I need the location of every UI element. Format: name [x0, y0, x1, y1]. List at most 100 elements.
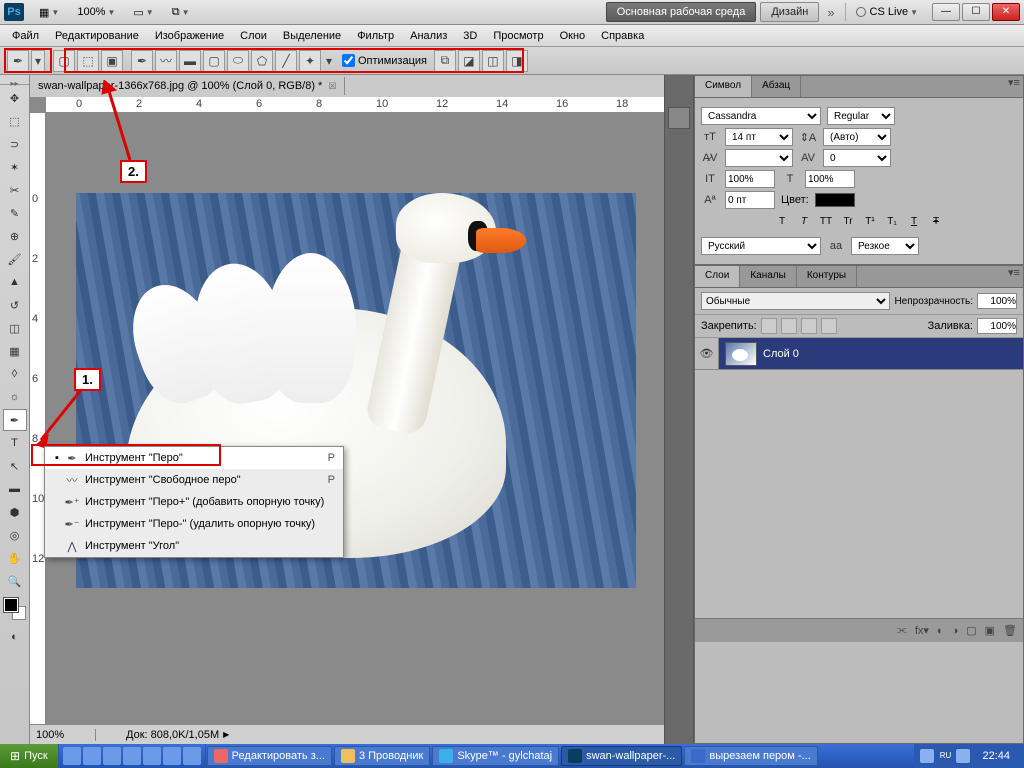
language-select[interactable]: Русский [701, 237, 821, 255]
menu-help[interactable]: Справка [593, 27, 652, 45]
move-tool[interactable]: ✥ [3, 87, 27, 109]
ql-icon[interactable] [63, 747, 81, 765]
ql-icon[interactable] [143, 747, 161, 765]
layer-thumbnail[interactable] [725, 342, 757, 366]
style-allcaps[interactable]: TT [817, 215, 835, 231]
path-select-tool[interactable]: ↖ [3, 455, 27, 477]
task-button[interactable]: 3 Проводник [334, 746, 430, 766]
zoom-level[interactable]: 100%▼ [70, 3, 122, 21]
tab-paragraph[interactable]: Абзац [752, 76, 801, 97]
clock[interactable]: 22:44 [974, 750, 1018, 762]
style-strike[interactable]: Ŧ [927, 215, 945, 231]
start-button[interactable]: ⊞Пуск [0, 744, 59, 768]
3d-camera-tool[interactable]: ◎ [3, 524, 27, 546]
quick-select-tool[interactable]: ✶ [3, 156, 27, 178]
canvas[interactable] [46, 113, 664, 724]
style-bold[interactable]: T [773, 215, 791, 231]
tab-channels[interactable]: Каналы [740, 266, 797, 287]
blur-tool[interactable]: ◊ [3, 363, 27, 385]
lock-transparency-icon[interactable] [761, 318, 777, 334]
tab-character[interactable]: Символ [695, 76, 752, 97]
view-extras[interactable]: ▭▼ [126, 3, 160, 22]
tab-layers[interactable]: Слои [695, 266, 740, 287]
workspace-more-icon[interactable]: » [821, 5, 840, 20]
menu-layers[interactable]: Слои [232, 27, 275, 45]
healing-tool[interactable]: ⊕ [3, 225, 27, 247]
layer-name[interactable]: Слой 0 [763, 348, 799, 360]
task-button[interactable]: вырезаем пером -... [684, 746, 817, 766]
ql-icon[interactable] [123, 747, 141, 765]
quick-mask-toggle[interactable]: ◐ [3, 626, 27, 648]
baseline-input[interactable] [725, 191, 775, 209]
ql-icon[interactable] [183, 747, 201, 765]
minimize-button[interactable]: — [932, 3, 960, 21]
adjustment-layer-icon[interactable]: ◑ [952, 625, 959, 637]
color-swatches[interactable] [4, 598, 26, 620]
history-brush-tool[interactable]: ↺ [3, 294, 27, 316]
lock-image-icon[interactable] [781, 318, 797, 334]
close-button[interactable]: ✕ [992, 3, 1020, 21]
new-layer-icon[interactable]: ▣ [985, 624, 995, 637]
flyout-delete-anchor[interactable]: ✒⁻Инструмент "Перо-" (удалить опорную то… [45, 513, 343, 535]
bridge-menu[interactable]: ▦▼ [32, 3, 66, 22]
type-tool[interactable]: T [3, 432, 27, 454]
menu-view[interactable]: Просмотр [485, 27, 551, 45]
tray-icon[interactable] [920, 749, 934, 763]
maximize-button[interactable]: ☐ [962, 3, 990, 21]
kerning-select[interactable] [725, 149, 793, 167]
tray-icon[interactable] [956, 749, 970, 763]
status-docinfo[interactable]: Док: 808,0K/1,05M [126, 729, 219, 741]
visibility-eye-icon[interactable]: 👁 [695, 338, 719, 369]
lock-position-icon[interactable] [801, 318, 817, 334]
stamp-tool[interactable]: ▲ [3, 271, 27, 293]
lasso-tool[interactable]: ⊃ [3, 133, 27, 155]
layer-group-icon[interactable]: ▢ [966, 624, 976, 637]
flyout-convert-point[interactable]: ⋀Инструмент "Угол" [45, 535, 343, 557]
layer-row[interactable]: 👁 Слой 0 [695, 338, 1023, 370]
collapsed-panel-icon[interactable] [668, 107, 690, 129]
font-style-select[interactable]: Regular [827, 107, 895, 125]
menu-window[interactable]: Окно [552, 27, 594, 45]
tab-paths[interactable]: Контуры [797, 266, 857, 287]
opacity-input[interactable] [977, 293, 1017, 309]
3d-tool[interactable]: ⬢ [3, 501, 27, 523]
menu-select[interactable]: Выделение [275, 27, 349, 45]
style-subscript[interactable]: T₁ [883, 215, 901, 231]
vscale-input[interactable] [725, 170, 775, 188]
eraser-tool[interactable]: ◫ [3, 317, 27, 339]
screen-mode[interactable]: ⧉▼ [165, 3, 197, 22]
layer-mask-icon[interactable]: ◐ [937, 625, 944, 637]
font-family-select[interactable]: Cassandra [701, 107, 821, 125]
crop-tool[interactable]: ✂ [3, 179, 27, 201]
flyout-pen[interactable]: ▪✒Инструмент "Перо"P [45, 447, 343, 469]
dodge-tool[interactable]: ☼ [3, 386, 27, 408]
ql-icon[interactable] [163, 747, 181, 765]
style-superscript[interactable]: T¹ [861, 215, 879, 231]
cslive-button[interactable]: CS Live▼ [850, 6, 924, 18]
lock-all-icon[interactable] [821, 318, 837, 334]
pen-tool[interactable]: ✒ [3, 409, 27, 431]
blend-mode-select[interactable]: Обычные [701, 292, 890, 310]
hscale-input[interactable] [805, 170, 855, 188]
zoom-tool[interactable]: 🔍 [3, 570, 27, 592]
tracking-select[interactable]: 0 [823, 149, 891, 167]
gradient-tool[interactable]: ▦ [3, 340, 27, 362]
menu-edit[interactable]: Редактирование [47, 27, 147, 45]
panel-menu-icon[interactable]: ▾≡ [1005, 266, 1023, 287]
style-italic[interactable]: T [795, 215, 813, 231]
link-layers-icon[interactable]: ⫘ [897, 624, 907, 637]
tray-icon[interactable]: RU [938, 749, 952, 763]
fill-input[interactable] [977, 318, 1017, 334]
menu-filter[interactable]: Фильтр [349, 27, 402, 45]
brush-tool[interactable]: 🖌 [3, 248, 27, 270]
font-size-select[interactable]: 14 пт [725, 128, 793, 146]
workspace-design[interactable]: Дизайн [760, 2, 819, 22]
status-zoom[interactable]: 100% [36, 729, 96, 741]
antialiasing-select[interactable]: Резкое [851, 237, 919, 255]
delete-layer-icon[interactable]: 🗑 [1003, 624, 1017, 637]
style-underline[interactable]: T [905, 215, 923, 231]
menu-3d[interactable]: 3D [455, 27, 485, 45]
menu-file[interactable]: Файл [4, 27, 47, 45]
ql-icon[interactable] [83, 747, 101, 765]
panel-menu-icon[interactable]: ▾≡ [1005, 76, 1023, 97]
